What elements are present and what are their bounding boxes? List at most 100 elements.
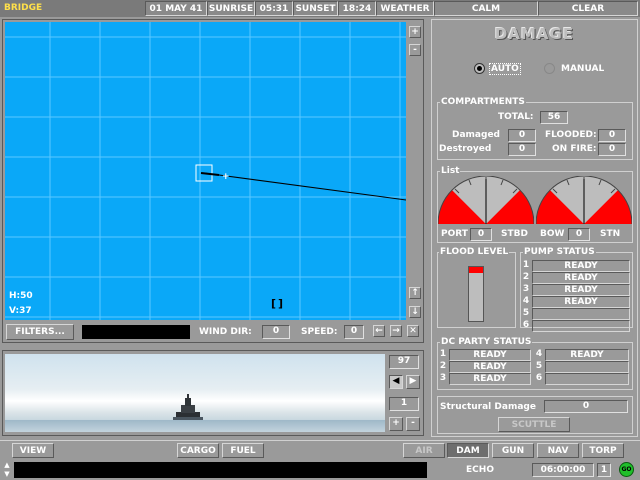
pump-num: 1: [522, 260, 530, 270]
stn-label: STN: [600, 229, 621, 239]
waypoint-cross-icon: +: [222, 172, 230, 182]
weather-wind: CALM: [434, 1, 538, 16]
port-value: 0: [470, 228, 492, 241]
manual-label[interactable]: MANUAL: [561, 63, 604, 75]
filters-button[interactable]: FILTERS...: [6, 324, 74, 340]
echo-label[interactable]: ECHO: [430, 463, 530, 477]
bow-label: BOW: [540, 229, 565, 239]
map-zoom-out-button[interactable]: -: [409, 44, 421, 56]
pump-status: [532, 308, 630, 320]
arrow-right-button[interactable]: →: [390, 325, 402, 337]
weather-label: WEATHER: [376, 1, 434, 16]
map-zoom-in-button[interactable]: +: [409, 26, 421, 38]
fuel-button[interactable]: FUEL: [222, 443, 264, 458]
pump-num: 3: [522, 284, 530, 294]
view-button[interactable]: VIEW: [12, 443, 54, 458]
game-clock: 06:00:00: [532, 463, 594, 477]
nav-map[interactable]: + H:50 V:37 []: [5, 22, 406, 320]
message-log: [14, 462, 427, 478]
list-title: List: [440, 166, 461, 176]
gun-button[interactable]: GUN: [492, 443, 534, 458]
map-svg: +: [5, 22, 406, 320]
dc-num: 6: [535, 373, 543, 383]
pump-status: READY: [532, 296, 630, 308]
pump-num: 5: [522, 308, 530, 318]
flooded-value: 0: [598, 129, 626, 142]
ship-marker: [200, 172, 220, 176]
total-label: TOTAL:: [498, 112, 534, 122]
speed-value: 0: [344, 325, 364, 339]
map-scroll-up-button[interactable]: ↑: [409, 287, 421, 299]
pump-status: [532, 320, 630, 332]
close-button[interactable]: ✕: [407, 325, 419, 337]
dc-status: [545, 373, 629, 385]
flooded-label: FLOODED:: [545, 130, 597, 140]
go-button[interactable]: GO: [619, 462, 634, 477]
v-coordinate: V:37: [9, 306, 32, 316]
dam-button[interactable]: DAM: [447, 443, 489, 458]
dc-num: 5: [535, 361, 543, 371]
ship-view-window[interactable]: [5, 354, 385, 432]
wind-dir-label: WIND DIR:: [199, 327, 252, 337]
destroyed-value: 0: [508, 143, 536, 156]
dc-num: 4: [535, 349, 543, 359]
dc-num: 1: [439, 349, 447, 359]
dc-status: READY: [449, 361, 531, 373]
dc-status: READY: [545, 349, 629, 361]
view-zoom-minus-button[interactable]: -: [406, 417, 420, 431]
view-zoom-value: 1: [389, 397, 419, 411]
dc-status: [545, 361, 629, 373]
status-scroll-down-icon[interactable]: ▼: [2, 470, 12, 478]
bow-value: 0: [568, 228, 590, 241]
map-grid: [5, 22, 406, 320]
ship-silhouette-icon: [173, 394, 203, 420]
dc-status: READY: [449, 349, 531, 361]
sunrise-label: SUNRISE: [207, 1, 255, 16]
nav-button[interactable]: NAV: [537, 443, 579, 458]
port-stbd-gauge: [438, 176, 534, 225]
flood-level-title: FLOOD LEVEL: [439, 247, 510, 257]
center-marker[interactable]: []: [271, 298, 285, 310]
bridge-title: BRIDGE: [1, 1, 143, 16]
sunset-label: SUNSET: [293, 1, 338, 16]
view-zoom-plus-button[interactable]: +: [389, 417, 403, 431]
pump-status-title: PUMP STATUS: [523, 247, 596, 257]
time-compression: 1: [597, 463, 611, 477]
scuttle-button[interactable]: SCUTTLE: [498, 417, 570, 432]
total-value: 56: [540, 111, 568, 124]
bow-stn-gauge: [536, 176, 632, 225]
pump-num: 6: [522, 320, 530, 330]
flood-level-fill: [469, 267, 483, 274]
sunrise-time: 05:31: [255, 1, 293, 16]
wind-dir-value: 0: [262, 325, 290, 339]
structural-value: 0: [544, 400, 628, 413]
dc-num: 2: [439, 361, 447, 371]
torp-button[interactable]: TORP: [582, 443, 624, 458]
port-label: PORT: [441, 229, 468, 239]
auto-label[interactable]: AUTO: [489, 63, 521, 75]
view-rotate-left-icon[interactable]: ◀: [389, 375, 403, 389]
damaged-label: Damaged: [452, 130, 500, 140]
weather-sky: CLEAR: [538, 1, 638, 16]
message-field: [82, 325, 190, 339]
structural-label: Structural Damage: [440, 402, 536, 412]
air-button[interactable]: AIR: [403, 443, 445, 458]
dc-party-title: DC PARTY STATUS: [440, 337, 533, 347]
stbd-label: STBD: [501, 229, 528, 239]
status-scroll-up-icon[interactable]: ▲: [2, 461, 12, 469]
compartments-title: COMPARTMENTS: [440, 97, 526, 107]
pump-num: 2: [522, 272, 530, 282]
map-scroll-down-button[interactable]: ↓: [409, 306, 421, 318]
top-bar: BRIDGE 01 MAY 41 SUNRISE 05:31 SUNSET 18…: [0, 0, 640, 17]
destroyed-label: Destroyed: [439, 144, 492, 154]
manual-radio[interactable]: [544, 63, 555, 74]
pump-status: READY: [532, 272, 630, 284]
cargo-button[interactable]: CARGO: [177, 443, 219, 458]
view-rotate-right-icon[interactable]: ▶: [406, 375, 420, 389]
onfire-label: ON FIRE:: [552, 144, 597, 154]
onfire-value: 0: [598, 143, 626, 156]
arrow-left-button[interactable]: ←: [373, 325, 385, 337]
date-display: 01 MAY 41: [145, 1, 207, 16]
horizon-sea: [5, 420, 385, 432]
auto-radio[interactable]: [474, 63, 485, 74]
